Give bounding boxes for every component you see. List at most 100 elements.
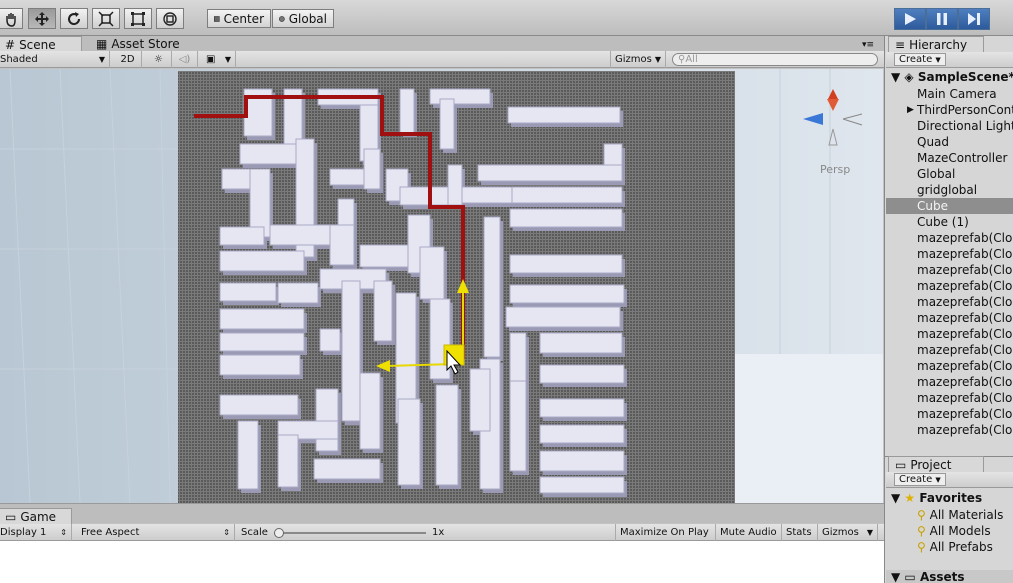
hierarchy-item[interactable]: mazeprefab(Clon	[917, 327, 1013, 341]
tab-asset-store[interactable]: ▦ Asset Store	[90, 36, 186, 52]
game-view[interactable]	[0, 541, 884, 583]
hierarchy-item[interactable]: Directional Light	[917, 119, 1013, 133]
lighting-toggle[interactable]: ☼	[146, 51, 172, 68]
pivot-mode-toggle[interactable]: Center	[207, 9, 271, 28]
tab-hierarchy[interactable]: ≡ Hierarchy	[888, 36, 984, 52]
aspect-value: Free Aspect	[81, 527, 140, 538]
hierarchy-item[interactable]: mazeprefab(Clon	[917, 343, 1013, 357]
maze-wall	[341, 280, 361, 422]
hierarchy-item[interactable]: mazeprefab(Clon	[917, 359, 1013, 373]
tab-scene[interactable]: # Scene	[0, 36, 82, 52]
play-button[interactable]	[894, 8, 926, 30]
mute-label: Mute Audio	[720, 527, 777, 538]
rect-tool-button[interactable]	[124, 8, 152, 29]
maze-wall	[313, 458, 381, 480]
stats-toggle[interactable]: Stats	[782, 524, 818, 541]
maze-wall	[539, 332, 623, 354]
step-button[interactable]	[958, 8, 990, 30]
scene-root-label: SampleScene*	[917, 70, 1013, 84]
main-toolbar: Center Global	[0, 0, 1013, 36]
pivot-rotation-toggle[interactable]: Global	[272, 9, 334, 28]
rotate-icon	[68, 11, 81, 25]
scene-root[interactable]: ▼ ◈ SampleScene*	[891, 70, 1013, 84]
hierarchy-item[interactable]: mazeprefab(Clon	[917, 311, 1013, 325]
project-create-label: Create	[899, 474, 933, 485]
hierarchy-create-button[interactable]: Create ▼	[894, 53, 946, 66]
scale-value: 1x	[428, 524, 468, 541]
scale-label: Scale	[237, 524, 268, 541]
scale-slider-track[interactable]	[274, 532, 426, 534]
hierarchy-item[interactable]: Cube	[917, 199, 948, 213]
maze-wall	[359, 244, 409, 268]
scene-search-input[interactable]: ⚲All	[672, 53, 878, 66]
favorite-item[interactable]: ⚲ All Materials	[917, 507, 1003, 523]
maze-wall	[277, 434, 299, 488]
gizmos-dropdown[interactable]: Gizmos ▼	[610, 51, 666, 68]
assets-root[interactable]: ▼ ▭ Assets	[886, 570, 1013, 583]
expand-arrow-icon[interactable]: ▶	[907, 105, 914, 115]
maze-wall	[373, 280, 393, 342]
hierarchy-item[interactable]: gridglobal	[917, 183, 977, 197]
hand-tool-button[interactable]	[0, 8, 23, 29]
rotate-tool-button[interactable]	[60, 8, 88, 29]
maze-wall	[509, 284, 625, 304]
maze-wall	[219, 308, 305, 330]
favorite-label: All Prefabs	[929, 540, 993, 554]
hierarchy-item[interactable]: mazeprefab(Clon	[917, 263, 1013, 277]
favorite-item[interactable]: ⚲ All Prefabs	[917, 539, 1003, 555]
hierarchy-item[interactable]: mazeprefab(Clon	[917, 423, 1013, 437]
expand-arrow-icon: ▼	[891, 491, 901, 505]
maze-wall	[419, 246, 445, 300]
display-dropdown[interactable]: Display 1 ⇕	[0, 524, 72, 541]
hierarchy-item[interactable]: Quad	[917, 135, 949, 149]
maximize-on-play-toggle[interactable]: Maximize On Play	[615, 524, 716, 541]
globe-icon	[279, 15, 285, 22]
play-icon	[905, 13, 916, 25]
maze-wall	[539, 398, 625, 418]
updown-arrow-icon: ⇕	[223, 528, 230, 537]
maze-wall	[219, 226, 265, 246]
unity-logo-icon: ◈	[904, 70, 914, 84]
move-tool-button[interactable]	[28, 8, 56, 29]
maze-wall	[507, 106, 621, 124]
maze-wall	[469, 368, 491, 432]
hierarchy-item[interactable]: mazeprefab(Clon	[917, 279, 1013, 293]
tab-project[interactable]: ▭ Project	[888, 456, 984, 472]
toggle-2d-button[interactable]: 2D	[114, 51, 142, 68]
dropdown-arrow-icon: ▼	[935, 56, 941, 64]
aspect-dropdown[interactable]: Free Aspect ⇕	[77, 524, 235, 541]
hierarchy-item[interactable]: Global	[917, 167, 955, 181]
shading-mode-dropdown[interactable]: Shaded ▼	[0, 51, 110, 68]
hierarchy-item[interactable]: mazeprefab(Clon	[917, 295, 1013, 309]
panel-menu-icon[interactable]: ▾≡	[862, 40, 874, 50]
hierarchy-item[interactable]: mazeprefab(Clon	[917, 247, 1013, 261]
scale-slider-thumb[interactable]	[274, 528, 284, 538]
maze-wall	[239, 143, 301, 165]
scene-viewport[interactable]: Persp	[0, 69, 883, 503]
pause-button[interactable]	[926, 8, 958, 30]
game-tab-strip	[0, 503, 884, 523]
audio-toggle[interactable]: ◁)	[172, 51, 198, 68]
effects-dropdown[interactable]: ▣ ▼	[202, 51, 236, 68]
star-icon: ★	[904, 491, 916, 505]
hierarchy-item[interactable]: mazeprefab(Clon	[917, 407, 1013, 421]
hierarchy-item[interactable]: Cube (1)	[917, 215, 969, 229]
tab-game[interactable]: ▭ Game	[0, 508, 72, 524]
expand-arrow-icon: ▼	[891, 70, 901, 84]
hierarchy-item[interactable]: ThirdPersonCont	[917, 103, 1013, 117]
project-create-button[interactable]: Create ▼	[894, 473, 946, 486]
favorites-root[interactable]: ▼ ★ Favorites	[891, 491, 982, 505]
hierarchy-item[interactable]: mazeprefab(Clon	[917, 231, 1013, 245]
scale-tool-button[interactable]	[92, 8, 120, 29]
hierarchy-item[interactable]: MazeController	[917, 151, 1007, 165]
image-icon: ▣	[206, 54, 216, 65]
game-gizmos-dropdown[interactable]: Gizmos ▼	[818, 524, 878, 541]
favorite-item[interactable]: ⚲ All Models	[917, 523, 1003, 539]
maze-wall	[219, 250, 305, 272]
transform-tool-button[interactable]	[156, 8, 184, 29]
toggle-2d-label: 2D	[120, 54, 135, 65]
mute-audio-toggle[interactable]: Mute Audio	[716, 524, 782, 541]
hierarchy-item[interactable]: mazeprefab(Clon	[917, 391, 1013, 405]
hierarchy-item[interactable]: mazeprefab(Clon	[917, 375, 1013, 389]
hierarchy-item[interactable]: Main Camera	[917, 87, 997, 101]
